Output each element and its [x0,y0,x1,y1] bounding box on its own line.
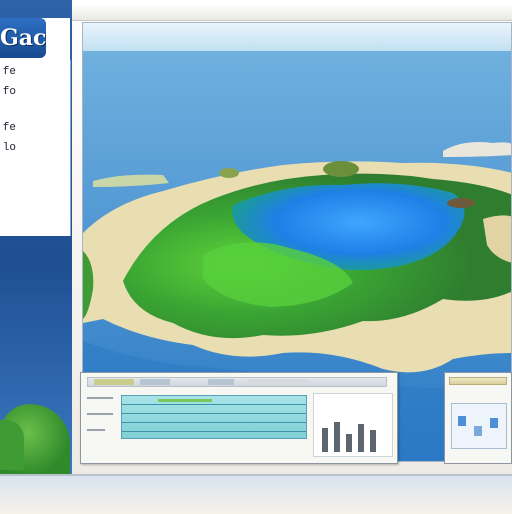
bush-cluster-2 [219,168,239,178]
side-preview-panel[interactable] [444,372,512,464]
data-panel[interactable] [80,372,398,464]
left-sidebar: Gach fe fo fe lo [0,0,72,478]
preview-bar [358,424,364,452]
thumbnail-block [474,426,482,436]
side-panel-thumbnail[interactable] [451,403,507,449]
grid-row[interactable] [122,423,306,432]
grid-row[interactable] [122,414,306,423]
thumbnail-block [458,416,466,426]
preview-bar [334,422,340,452]
toolbar-chip-1[interactable] [94,379,134,385]
data-panel-sidebar [85,391,119,457]
sky [83,23,511,53]
preview-bar [370,430,376,452]
sidebar-menu: fe fo fe lo [0,60,71,236]
grass-tuft-decoration [0,420,24,470]
sidebar-item-2[interactable]: fo [0,84,16,100]
sidebar-item-4[interactable]: lo [0,140,16,156]
data-panel-toolbar [87,377,387,387]
toolbar-chip-4[interactable] [248,379,308,385]
status-bar [0,474,512,514]
toolbar-chip-2[interactable] [140,379,170,385]
grid-row[interactable] [122,405,306,414]
grid-row-highlight [158,399,212,402]
toolbar-chip-3[interactable] [208,379,234,385]
grid-row[interactable] [122,396,306,405]
thumbnail-block [490,418,498,428]
title-strip [72,4,512,21]
sidebar-line [87,397,113,399]
preview-bar [346,434,352,452]
sidebar-line [87,429,105,431]
rock-cluster [447,198,475,208]
sidebar-item-1[interactable]: fe [0,64,16,80]
sidebar-item-3[interactable]: fe [0,120,16,136]
side-panel-titlebar [449,377,507,385]
preview-bar [322,428,328,452]
sidebar-line [87,413,113,415]
bush-cluster-1 [323,161,359,177]
app-logo[interactable]: Gach [0,18,46,58]
data-grid[interactable] [121,395,307,439]
preview-pane[interactable] [313,393,393,457]
